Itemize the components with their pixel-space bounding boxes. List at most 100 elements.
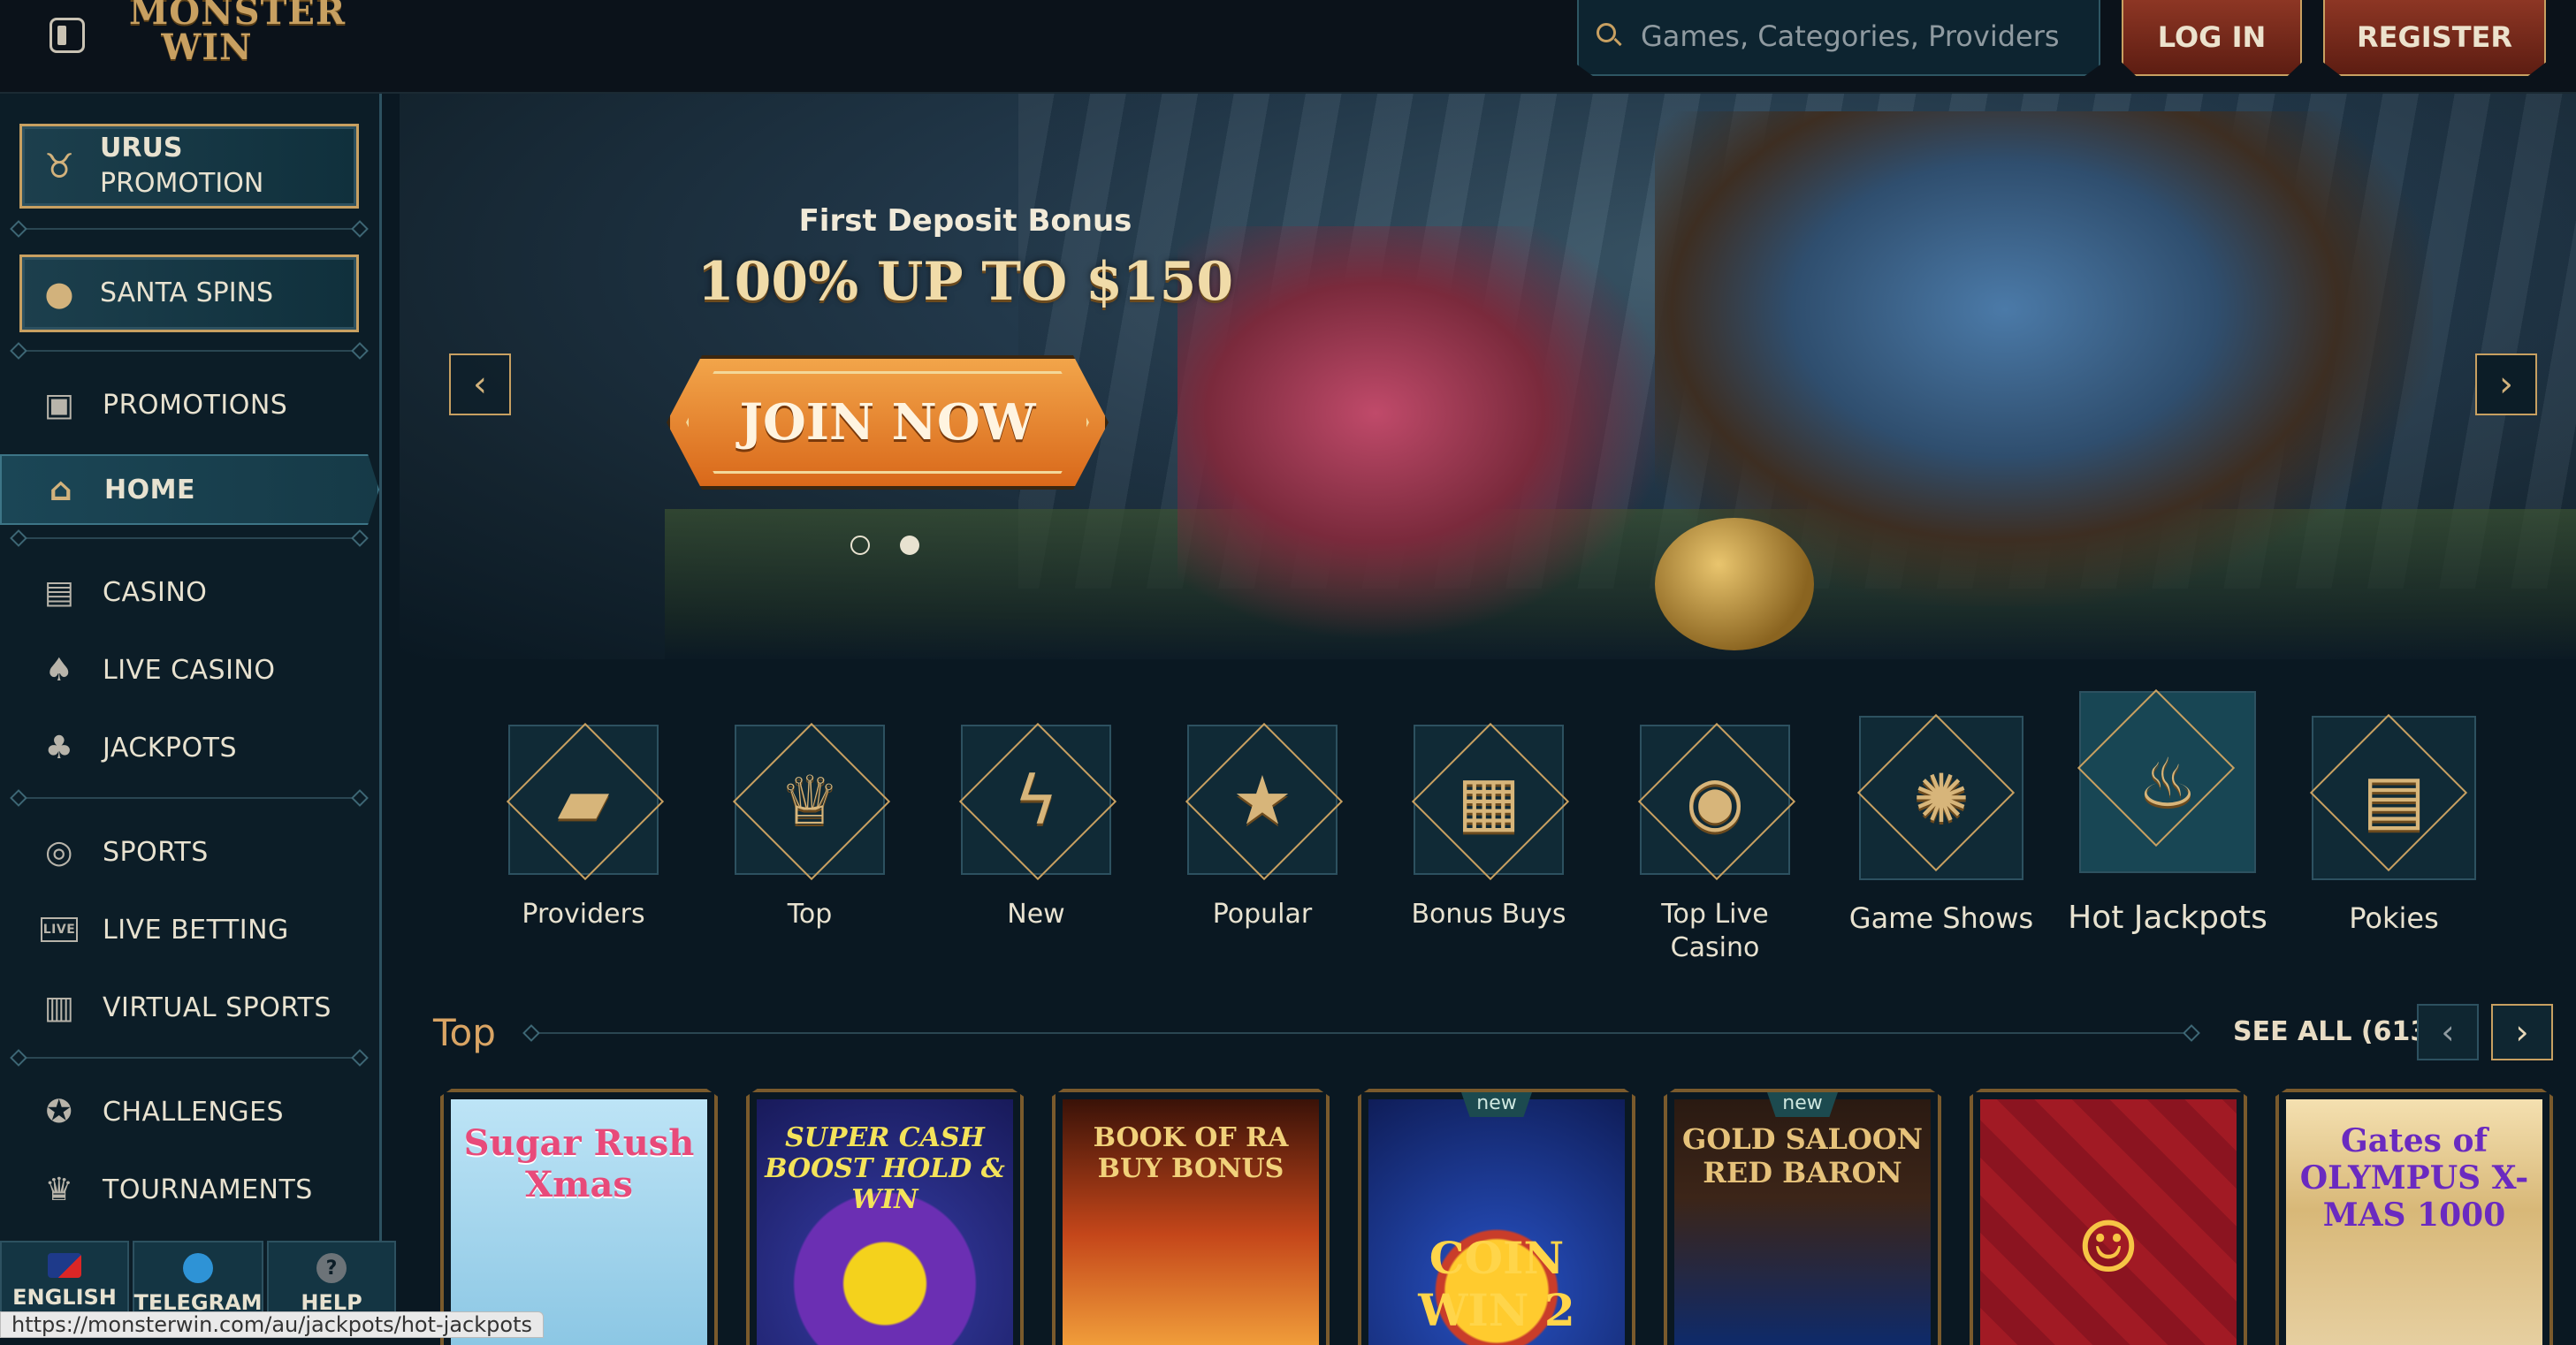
section-next-arrow-icon[interactable]: › <box>2491 1004 2553 1060</box>
gift-icon: ▣ <box>43 386 75 423</box>
status-bar-url: https://monsterwin.com/au/jackpots/hot-j… <box>0 1311 544 1338</box>
slot-machine-icon: ▤ <box>43 574 75 611</box>
wheel-icon: ✺ <box>1913 758 1970 838</box>
logo[interactable]: MONSTER WIN <box>129 0 347 72</box>
slide-dot-1[interactable] <box>850 536 870 555</box>
divider <box>19 350 359 352</box>
australia-flag-icon <box>48 1253 81 1278</box>
category-label: Hot Jackpots <box>2068 900 2267 936</box>
hero-prev-arrow-icon[interactable]: ‹ <box>449 353 511 415</box>
sidebar-item-live-casino[interactable]: ♠ LIVE CASINO <box>0 635 379 705</box>
top-bar: MONSTER WIN LOG IN REGISTER <box>0 0 2576 94</box>
search-input[interactable] <box>1639 16 2084 57</box>
search-icon <box>1597 23 1616 42</box>
category-pokies[interactable]: ▤ Pokies <box>2288 716 2500 935</box>
sidebar-item-challenges[interactable]: ✪ CHALLENGES <box>0 1076 379 1147</box>
game-title: COIN WIN 2 HOLD THE SPIN <box>1368 1099 1625 1345</box>
promo-santa-label: SANTA SPINS <box>100 277 274 308</box>
sidebar-item-home[interactable]: ⌂ HOME <box>0 454 379 525</box>
register-button[interactable]: REGISTER <box>2323 0 2546 76</box>
promo-card-santa-spins[interactable]: ● SANTA SPINS <box>19 255 359 332</box>
sidebar-item-label: LIVE BETTING <box>103 914 289 946</box>
promo-urus-label: PROMOTION <box>100 168 264 199</box>
divider <box>19 1057 359 1059</box>
category-bonus-buys[interactable]: ▦ Bonus Buys <box>1383 725 1595 931</box>
sidebar: ♉ URUS PROMOTION ● SANTA SPINS ▣ PROMOTI… <box>0 94 382 1336</box>
hero-title: 100% UP TO $150 <box>697 251 1234 313</box>
login-button[interactable]: LOG IN <box>2122 0 2302 76</box>
ball-icon: ◎ <box>45 833 73 870</box>
game-title: Sugar Rush Xmas <box>451 1099 707 1345</box>
game-card[interactable]: Sugar Rush Xmas <box>440 1089 718 1345</box>
hero-banner[interactable]: First Deposit Bonus 100% UP TO $150 JOIN… <box>400 94 2576 659</box>
lightning-icon: ϟ <box>1013 760 1059 840</box>
sidebar-item-label: SPORTS <box>103 836 209 868</box>
game-title: Gates of OLYMPUS X-MAS 1000 <box>2286 1099 2542 1345</box>
category-label: Top Live Casino <box>1661 899 1769 963</box>
sidebar-item-tournaments[interactable]: ♛ TOURNAMENTS <box>0 1154 379 1225</box>
sidebar-item-label: JACKPOTS <box>103 732 238 764</box>
section-prev-arrow-icon[interactable]: ‹ <box>2417 1004 2479 1060</box>
game-card[interactable]: SUPER CASH BOOST HOLD & WIN <box>746 1089 1024 1345</box>
category-popular[interactable]: ★ Popular <box>1156 725 1368 931</box>
help-icon: ? <box>316 1253 347 1283</box>
category-top-live-casino[interactable]: ◉ Top Live Casino <box>1609 725 1821 965</box>
category-label: Game Shows <box>1848 901 2034 935</box>
star-icon: ★ <box>1231 760 1293 840</box>
slide-dot-2-active[interactable] <box>900 536 919 555</box>
sidebar-toggle-icon[interactable] <box>50 18 85 53</box>
category-providers[interactable]: ▰ Providers <box>477 725 690 931</box>
category-label: Providers <box>522 899 645 930</box>
category-label: New <box>1007 899 1065 930</box>
casino-chip-icon: ◉ <box>1685 760 1745 840</box>
search-box[interactable] <box>1577 0 2100 76</box>
game-card[interactable]: ☺ <box>1970 1089 2247 1345</box>
sidebar-item-label: CASINO <box>103 576 208 608</box>
golden-ball-image <box>1655 518 1814 650</box>
category-new[interactable]: ϟ New <box>930 725 1142 931</box>
game-card[interactable]: BOOK OF RA BUY BONUS <box>1052 1089 1330 1345</box>
trophy-icon: ♛ <box>44 1171 74 1208</box>
hero-next-arrow-icon[interactable]: › <box>2475 353 2537 415</box>
sidebar-item-label: TOURNAMENTS <box>103 1174 313 1205</box>
game-card[interactable]: new COIN WIN 2 HOLD THE SPIN <box>1358 1089 1635 1345</box>
sidebar-item-sports[interactable]: ◎ SPORTS <box>0 817 379 887</box>
sidebar-item-jackpots[interactable]: ♣ JACKPOTS <box>0 712 379 783</box>
challenge-gear-icon: ✪ <box>45 1093 73 1130</box>
telegram-icon <box>183 1253 213 1283</box>
virtual-sports-icon: ▥ <box>43 989 75 1026</box>
category-label: Pokies <box>2349 901 2439 935</box>
category-label: Top <box>787 899 833 930</box>
see-all-link[interactable]: SEE ALL (613) <box>2233 1016 2441 1047</box>
divider <box>19 537 359 539</box>
book-icon: ▰ <box>557 760 610 840</box>
sidebar-item-live-betting[interactable]: LIVE LIVE BETTING <box>0 894 379 965</box>
home-icon: ⌂ <box>49 471 73 508</box>
clover-icon: ♣ <box>44 729 74 766</box>
sidebar-item-casino[interactable]: ▤ CASINO <box>0 557 379 627</box>
slot-machine-icon: ▤ <box>2362 758 2426 838</box>
logo-line2: WIN <box>161 27 253 68</box>
section-title: Top <box>433 1011 496 1054</box>
bull-icon: ♉ <box>43 147 75 186</box>
sidebar-item-promotions[interactable]: ▣ PROMOTIONS <box>0 369 379 440</box>
flame-icon: ♨ <box>2137 742 2199 822</box>
category-label: Bonus Buys <box>1411 899 1566 930</box>
game-card[interactable]: new GOLD SALOON RED BARON <box>1664 1089 1941 1345</box>
hero-subtitle: First Deposit Bonus <box>798 203 1132 239</box>
join-now-button[interactable]: JOIN NOW <box>667 355 1109 490</box>
promo-card-urus[interactable]: ♉ URUS PROMOTION <box>19 124 359 209</box>
game-card[interactable]: Gates of OLYMPUS X-MAS 1000 <box>2275 1089 2553 1345</box>
category-label: Popular <box>1212 899 1313 930</box>
promo-urus-title: URUS <box>100 133 183 163</box>
sidebar-item-virtual-sports[interactable]: ▥ VIRTUAL SPORTS <box>0 972 379 1043</box>
category-hot-jackpots[interactable]: ♨ Hot Jackpots <box>2062 691 2274 935</box>
game-title: GOLD SALOON RED BARON <box>1674 1099 1931 1345</box>
category-top[interactable]: ♕ Top <box>704 725 916 931</box>
live-icon: LIVE <box>41 917 78 942</box>
logo-line1: MONSTER <box>129 0 347 33</box>
sidebar-item-label: HOME <box>104 474 195 505</box>
category-game-shows[interactable]: ✺ Game Shows <box>1835 716 2047 935</box>
section-divider <box>530 1032 2192 1034</box>
santa-bag-icon: ● <box>44 274 74 313</box>
